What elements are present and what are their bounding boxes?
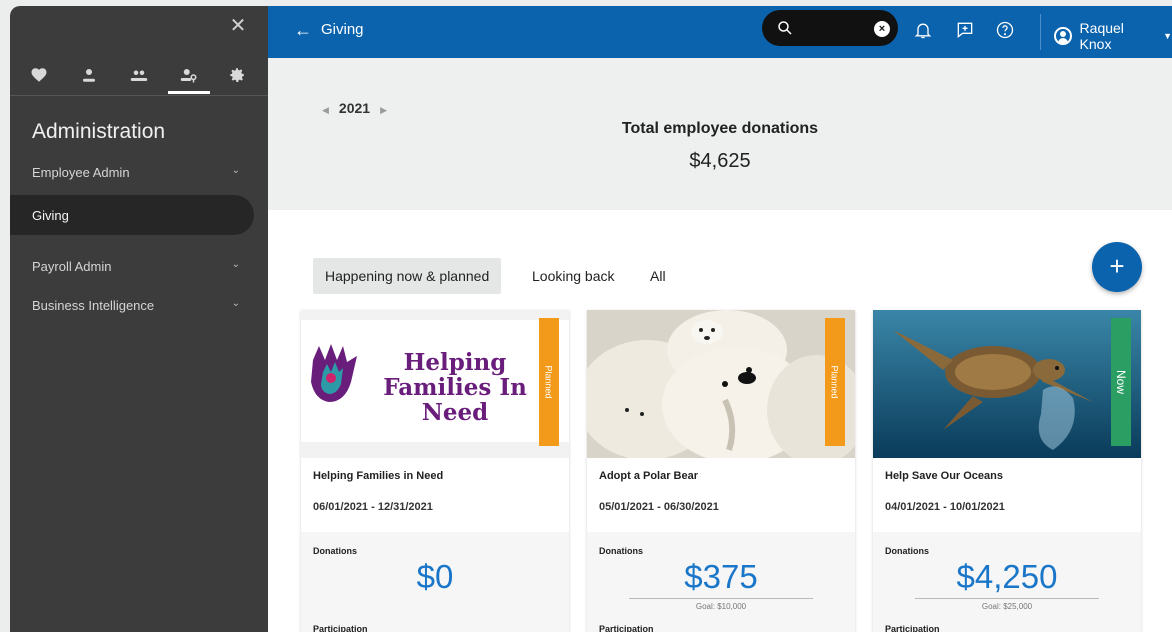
heart-icon[interactable] xyxy=(28,64,50,86)
next-year-icon[interactable]: ▶ xyxy=(380,105,387,115)
status-badge: Planned xyxy=(539,318,559,446)
person-icon[interactable] xyxy=(78,64,100,86)
donations-label: Donations xyxy=(313,546,357,556)
campaign-name: Adopt a Polar Bear xyxy=(599,470,699,482)
status-badge-label: Planned xyxy=(830,365,840,399)
chevron-down-icon: ⌄ xyxy=(231,259,240,270)
sidebar-item-label: Business Intelligence xyxy=(32,297,155,313)
sidebar-title: Administration xyxy=(32,120,166,143)
campaign-card[interactable]: Planned Adopt a Polar Bear 05/01/2021 - … xyxy=(587,310,855,632)
gear-icon[interactable] xyxy=(226,64,248,86)
tab-looking-back[interactable]: Looking back xyxy=(520,258,627,294)
participation-label: Participation xyxy=(885,624,940,632)
sidebar-item-payroll-admin[interactable]: Payroll Admin ⌄ xyxy=(10,246,254,286)
campaign-stats: Donations $4,250 Goal: $25,000 Participa… xyxy=(873,532,1141,632)
status-badge: Planned xyxy=(825,318,845,446)
campaign-stats: Donations $0 Participation xyxy=(301,532,569,632)
campaign-card[interactable]: Now Help Save Our Oceans 04/01/2021 - 10… xyxy=(873,310,1141,632)
status-badge-label: Planned xyxy=(544,365,554,399)
tab-all[interactable]: All xyxy=(638,258,678,294)
goal-progress-track xyxy=(915,598,1099,599)
page-title: Giving xyxy=(321,21,364,38)
goal-label: Goal: $10,000 xyxy=(695,602,747,611)
feedback-icon[interactable] xyxy=(954,19,976,41)
top-bar: ← Giving × Raquel Knox ▼ xyxy=(268,6,1172,58)
campaign-image: Helping Families In Need xyxy=(301,310,569,458)
donations-value: $0 xyxy=(416,558,454,595)
user-menu[interactable]: Raquel Knox ▼ xyxy=(1054,20,1172,52)
sidebar-item-business-intelligence[interactable]: Business Intelligence ⌄ xyxy=(10,285,254,325)
chevron-down-icon: ⌄ xyxy=(231,165,240,176)
campaign-dates: 06/01/2021 - 12/31/2021 xyxy=(313,501,433,513)
goal-progress-track xyxy=(629,598,813,599)
campaign-dates: 04/01/2021 - 10/01/2021 xyxy=(885,501,1005,513)
sidebar: ✕ Administration Employee Admin ⌄ Giving… xyxy=(10,6,268,632)
caret-down-icon: ▼ xyxy=(1163,31,1172,41)
sidebar-item-label: Employee Admin xyxy=(32,164,130,180)
sidebar-item-label: Payroll Admin xyxy=(32,258,112,274)
prev-year-icon[interactable]: ◀ xyxy=(322,105,329,115)
total-donations-value: $4,625 xyxy=(689,150,751,172)
sidebar-item-employee-admin[interactable]: Employee Admin ⌄ xyxy=(10,152,254,192)
donations-value: $4,250 xyxy=(956,558,1058,595)
year-label: 2021 xyxy=(338,100,371,116)
people-icon[interactable] xyxy=(128,64,150,86)
close-icon[interactable]: ✕ xyxy=(228,16,248,36)
avatar xyxy=(1054,27,1072,45)
hands-logo xyxy=(311,344,357,402)
clear-icon[interactable]: × xyxy=(874,21,890,37)
year-selector: ◀ 2021 ▶ xyxy=(312,100,397,116)
sidebar-item-giving[interactable]: Giving xyxy=(10,195,254,235)
status-badge-label: Now xyxy=(1114,369,1129,395)
participation-label: Participation xyxy=(313,624,368,632)
bell-icon[interactable] xyxy=(912,19,934,41)
campaign-image xyxy=(873,310,1141,458)
campaign-card[interactable]: Helping Families In Need Planned Helping… xyxy=(301,310,569,632)
campaign-name: Helping Families in Need xyxy=(313,470,444,482)
participation-label: Participation xyxy=(599,624,654,632)
campaigns-panel: Happening now & planned Looking back All… xyxy=(268,210,1172,632)
donations-summary: ◀ 2021 ▶ Total employee donations $4,625 xyxy=(268,58,1172,210)
back-arrow-icon[interactable]: ← xyxy=(294,20,312,41)
add-campaign-button[interactable]: + xyxy=(1092,242,1142,292)
admin-person-icon[interactable] xyxy=(168,64,210,94)
campaign-image-text: Helping Families In Need xyxy=(383,349,527,426)
campaign-dates: 05/01/2021 - 06/30/2021 xyxy=(599,501,719,513)
donations-value: $375 xyxy=(684,558,758,595)
status-badge: Now xyxy=(1111,318,1131,446)
chevron-down-icon: ⌄ xyxy=(231,298,240,309)
tab-happening-now[interactable]: Happening now & planned xyxy=(313,258,502,294)
goal-label: Goal: $25,000 xyxy=(981,602,1033,611)
search-input[interactable]: × xyxy=(762,10,898,46)
sidebar-icon-bar xyxy=(10,60,268,96)
campaign-image xyxy=(587,310,855,458)
donations-label: Donations xyxy=(885,546,929,556)
sidebar-item-label: Giving xyxy=(32,207,69,223)
divider xyxy=(1040,14,1041,50)
search-icon xyxy=(778,21,792,35)
total-donations-label: Total employee donations xyxy=(621,120,819,137)
help-icon[interactable] xyxy=(994,19,1016,41)
user-name: Raquel Knox xyxy=(1079,20,1124,52)
campaign-stats: Donations $375 Goal: $10,000 Participati… xyxy=(587,532,855,632)
campaign-name: Help Save Our Oceans xyxy=(885,470,1003,482)
donations-label: Donations xyxy=(599,546,643,556)
